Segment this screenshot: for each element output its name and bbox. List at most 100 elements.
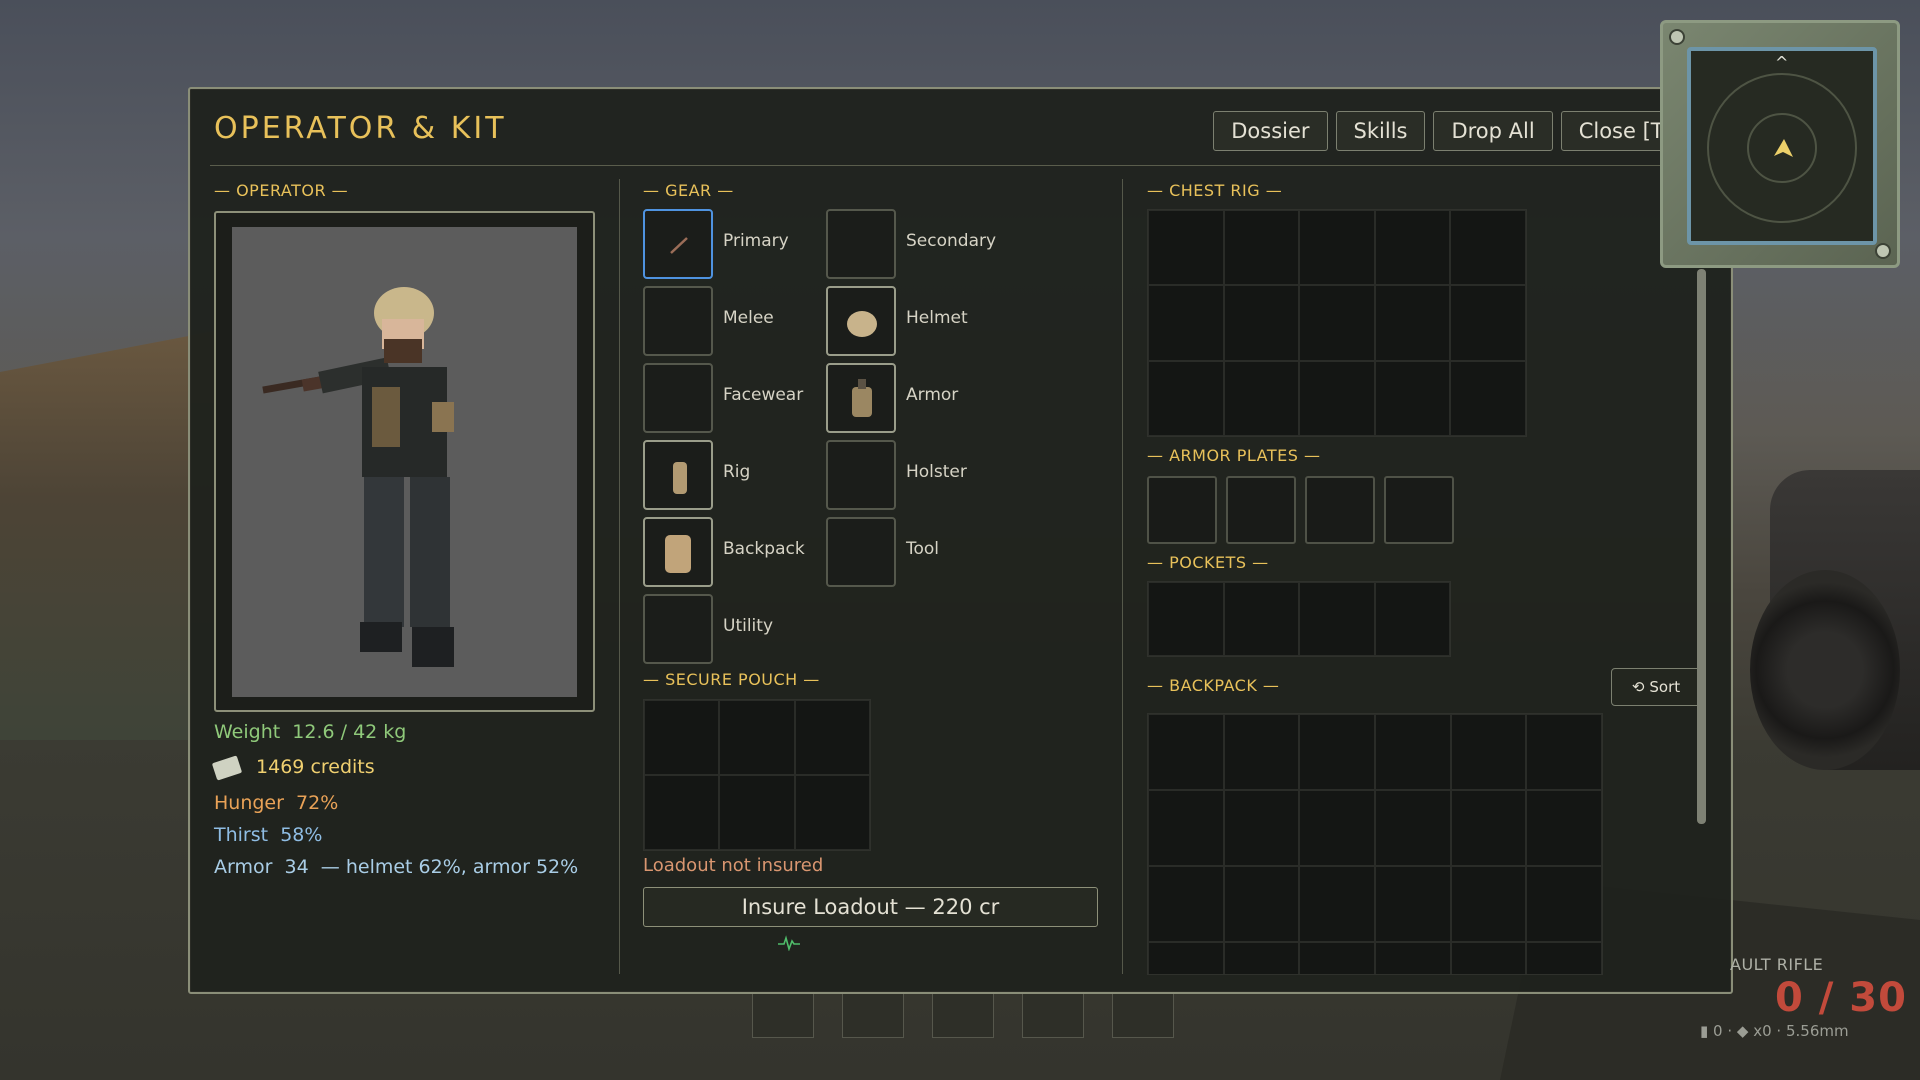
hotbar-slot[interactable] [1112, 990, 1174, 1038]
panel-title: OPERATOR & KIT [214, 111, 507, 146]
grid-cell[interactable] [1148, 582, 1224, 656]
sort-button[interactable]: ⟲ Sort [1611, 668, 1701, 706]
grid-cell[interactable] [1374, 210, 1451, 286]
grid-cell[interactable] [1223, 360, 1300, 436]
gear-slot-facewear[interactable] [643, 363, 713, 433]
operator-section-title: — OPERATOR — [214, 181, 349, 200]
grid-cell[interactable] [1526, 714, 1602, 790]
grid-cell[interactable] [1148, 942, 1224, 974]
minimap: ^ [1660, 20, 1900, 268]
grid-cell[interactable] [1148, 210, 1224, 286]
hotbar [752, 990, 1174, 1038]
gear-slot-tool[interactable] [826, 517, 896, 587]
ammo-details: ▮ 0 · ◆ x0 · 5.56mm [1700, 1022, 1849, 1040]
gear-slot-melee[interactable] [643, 286, 713, 356]
grid-cell[interactable] [644, 700, 720, 775]
caliber-label: 5.56mm [1785, 1022, 1849, 1040]
insure-loadout-button[interactable]: Insure Loadout — 220 cr [643, 887, 1098, 927]
grid-cell[interactable] [644, 775, 720, 850]
grid-cell[interactable] [794, 775, 870, 850]
weight-value: 12.6 / 42 kg [292, 721, 407, 743]
cash-icon [211, 754, 243, 781]
hotbar-slot[interactable] [932, 990, 994, 1038]
grid-cell[interactable] [1223, 582, 1299, 656]
gear-slot-rig[interactable] [643, 440, 713, 510]
gear-slot-backpack[interactable] [643, 517, 713, 587]
grid-cell[interactable] [1223, 790, 1300, 866]
grid-cell[interactable] [1148, 866, 1224, 942]
hotbar-slot[interactable] [752, 990, 814, 1038]
armor-label: Armor [214, 856, 273, 878]
grid-cell[interactable] [1450, 210, 1526, 286]
secure-pouch-grid[interactable] [643, 699, 871, 851]
grid-cell[interactable] [1299, 942, 1375, 974]
dossier-button[interactable]: Dossier [1213, 111, 1328, 151]
backpack-section-title: — BACKPACK — [1147, 676, 1280, 695]
armor-plate-slot[interactable] [1147, 476, 1217, 544]
grid-cell[interactable] [1223, 942, 1300, 974]
gear-slot-holster[interactable] [826, 440, 896, 510]
gear-slot-primary[interactable] [643, 209, 713, 279]
grid-cell[interactable] [1223, 285, 1300, 361]
armor-plate-slot[interactable] [1226, 476, 1296, 544]
hotbar-slot[interactable] [842, 990, 904, 1038]
weight-label: Weight [214, 721, 281, 743]
grid-cell[interactable] [1374, 360, 1451, 436]
header-buttons: Dossier Skills Drop All Close [Ta [1213, 111, 1691, 151]
gear-label-secondary: Secondary [906, 231, 997, 251]
column-divider [619, 179, 620, 974]
grid-cell[interactable] [1299, 285, 1375, 361]
operator-portrait [214, 211, 595, 712]
grid-cell[interactable] [1299, 582, 1375, 656]
grid-cell[interactable] [1374, 866, 1451, 942]
sort-label: Sort [1649, 678, 1681, 696]
grid-cell[interactable] [794, 700, 870, 775]
operator-model [262, 287, 454, 667]
grid-cell[interactable] [1148, 790, 1224, 866]
grid-cell[interactable] [1223, 210, 1300, 286]
armor-plate-slot[interactable] [1384, 476, 1454, 544]
skills-button[interactable]: Skills [1335, 111, 1426, 151]
hotbar-slot[interactable] [1022, 990, 1084, 1038]
grid-cell[interactable] [1526, 866, 1602, 942]
grid-cell[interactable] [1450, 866, 1527, 942]
grid-cell[interactable] [1450, 285, 1526, 361]
grid-cell[interactable] [1148, 360, 1224, 436]
secure-pouch-section-title: — SECURE POUCH — [643, 670, 820, 689]
grid-cell[interactable] [1374, 790, 1451, 866]
grid-cell[interactable] [1526, 942, 1602, 974]
gear-label-facewear: Facewear [723, 385, 804, 405]
grid-cell[interactable] [719, 700, 795, 775]
grid-cell[interactable] [1374, 714, 1451, 790]
grid-cell[interactable] [1526, 790, 1602, 866]
gear-slot-helmet[interactable] [826, 286, 896, 356]
grid-cell[interactable] [1450, 942, 1527, 974]
pockets-grid[interactable] [1147, 581, 1451, 657]
grid-cell[interactable] [1374, 942, 1451, 974]
armor-plate-slot[interactable] [1305, 476, 1375, 544]
grid-cell[interactable] [1299, 360, 1375, 436]
grid-cell[interactable] [1450, 790, 1527, 866]
gear-slot-armor[interactable] [826, 363, 896, 433]
chest-rig-grid[interactable] [1147, 209, 1527, 437]
grid-cell[interactable] [719, 775, 795, 850]
gear-slot-utility[interactable] [643, 594, 713, 664]
drop-all-button[interactable]: Drop All [1433, 111, 1553, 151]
grid-cell[interactable] [1374, 582, 1450, 656]
grid-cell[interactable] [1450, 714, 1527, 790]
grid-cell[interactable] [1374, 285, 1451, 361]
backpack-grid[interactable] [1147, 713, 1603, 975]
grid-cell[interactable] [1223, 866, 1300, 942]
credits-stat: 1469 credits [211, 754, 375, 781]
grid-cell[interactable] [1299, 714, 1375, 790]
grid-cell[interactable] [1450, 360, 1526, 436]
inventory-scrollbar[interactable] [1697, 269, 1706, 824]
grid-cell[interactable] [1148, 285, 1224, 361]
grid-cell[interactable] [1299, 866, 1375, 942]
gear-slot-secondary[interactable] [826, 209, 896, 279]
grid-cell[interactable] [1299, 790, 1375, 866]
gear-label-melee: Melee [723, 308, 774, 328]
grid-cell[interactable] [1299, 210, 1375, 286]
grid-cell[interactable] [1223, 714, 1300, 790]
grid-cell[interactable] [1148, 714, 1224, 790]
